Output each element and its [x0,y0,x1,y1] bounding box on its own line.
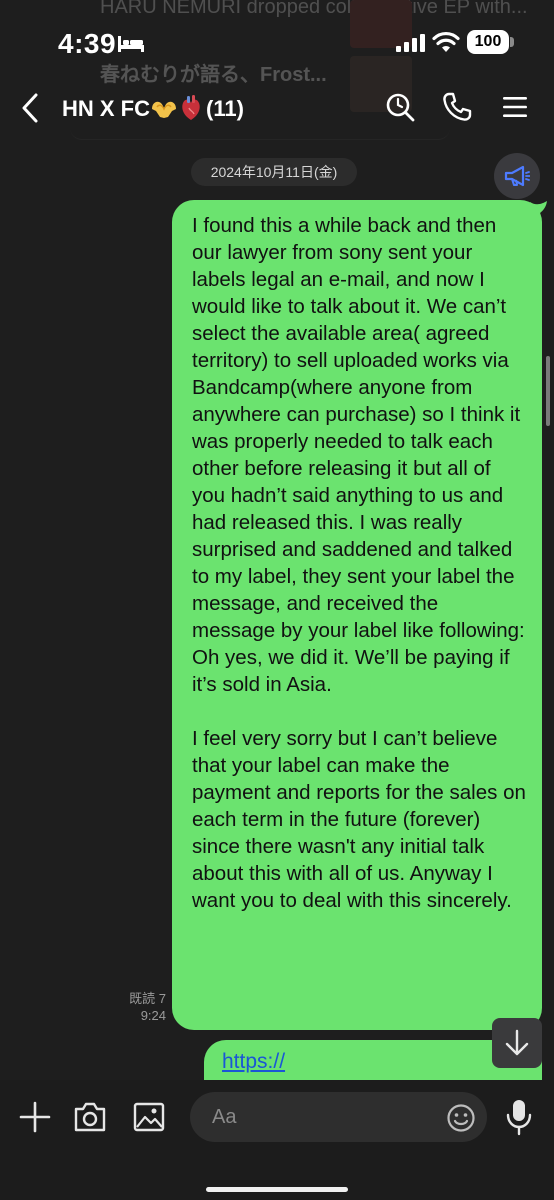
back-arrow-icon[interactable] [18,92,44,124]
message-link[interactable]: https:// [222,1050,285,1073]
camera-icon[interactable] [73,1100,107,1134]
phone-call-icon[interactable] [442,92,472,122]
message-bubble[interactable]: I found this a while back and then our l… [172,200,542,1030]
message-input-bar [0,1080,554,1200]
scroll-to-bottom-button[interactable] [492,1018,542,1068]
date-separator: 2024年10月11日(金) [191,158,357,186]
plus-icon[interactable] [18,1100,52,1134]
search-icon[interactable] [385,92,415,122]
message-time: 9:24 [140,1008,166,1023]
chat-name: HN X FC [62,96,150,121]
chat-screen: HARU NEMURI dropped collaborative EP wit… [0,0,554,1200]
battery-indicator: 100 [467,30,509,54]
read-count: 既読 7 [129,991,166,1006]
heart-hands-emoji-icon [152,101,176,118]
anatomical-heart-emoji-icon [182,95,200,120]
read-receipt: 既読 7 9:24 [100,990,166,1024]
status-time: 4:39 [58,28,117,59]
image-icon[interactable] [132,1100,166,1134]
menu-icon[interactable] [502,94,528,120]
chat-title[interactable]: HN X FC (11) [62,95,244,122]
emoji-icon[interactable] [446,1103,476,1133]
megaphone-icon [504,165,530,187]
message-paragraph: I feel very sorry but I can’t believe th… [192,727,526,912]
arrow-down-icon [505,1029,529,1056]
message-paragraph: I found this a while back and then our l… [192,214,525,696]
chat-header: HN X FC (11) [0,80,554,136]
status-bar: 4:39 100 [0,0,554,80]
wifi-icon [432,31,460,52]
battery-level: 100 [474,33,502,50]
cellular-signal-icon [396,34,425,52]
bed-icon [118,36,144,52]
member-count: (11) [206,96,244,121]
message-input[interactable] [190,1092,487,1142]
microphone-icon[interactable] [504,1098,534,1136]
battery-tip [510,37,514,47]
home-indicator [206,1187,348,1192]
announcement-button[interactable] [494,153,540,199]
scrollbar[interactable] [546,356,550,426]
